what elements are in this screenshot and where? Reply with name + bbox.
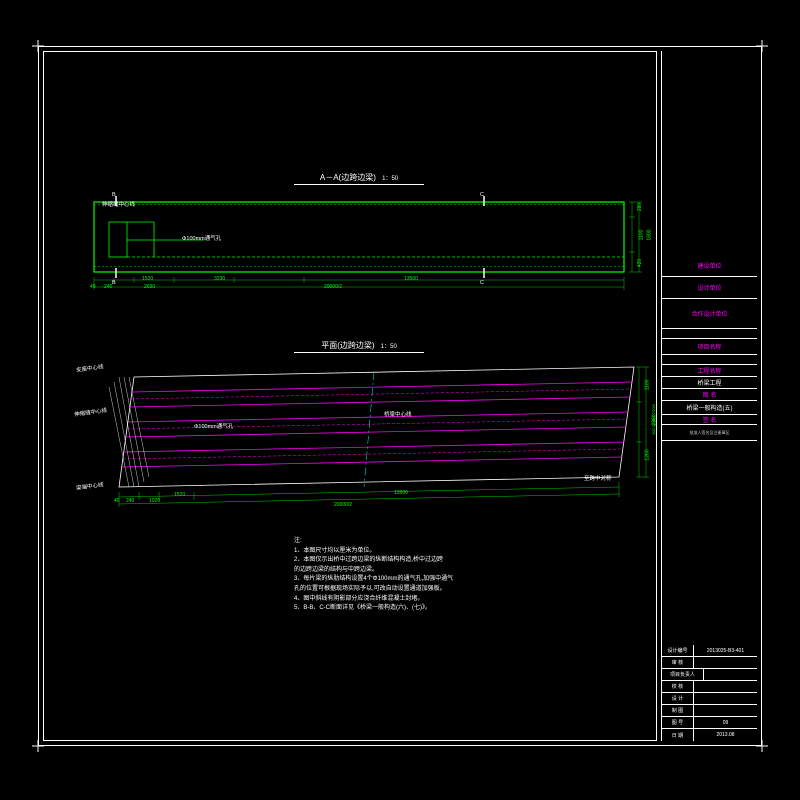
dim-p3: 1020 bbox=[149, 498, 160, 504]
dim-av2: 1100 bbox=[638, 230, 644, 241]
plan-drawing bbox=[64, 357, 654, 517]
tb-bridge-eng: 桥梁工程 bbox=[662, 377, 757, 389]
dim-p4: 1520 bbox=[174, 492, 185, 498]
tb-designer-label: 设 计 bbox=[662, 693, 694, 704]
section-b-bot: B bbox=[112, 280, 116, 286]
tb-date-val: 2013.08 bbox=[694, 729, 757, 741]
dim-av4: 1800 bbox=[647, 229, 653, 240]
dim-a-total: 20000/2 bbox=[324, 284, 342, 290]
dim-pr1: 1100 bbox=[644, 380, 650, 391]
dim-p1: 40 bbox=[114, 498, 120, 504]
dim-av1: 280 bbox=[637, 203, 643, 211]
tb-signature: 签 名 bbox=[662, 415, 757, 425]
expansion-joint-label: 伸缩缝中心线 bbox=[102, 200, 135, 208]
tb-drafter-label: 制 图 bbox=[662, 705, 694, 716]
section-a-label: A－A(边跨边梁) bbox=[320, 173, 376, 182]
plan-title: 平面(边跨边梁) 1：50 bbox=[294, 340, 424, 353]
bridge-cl-label: 桥梁中心线 bbox=[384, 410, 412, 418]
tb-row-designer: 设 计 bbox=[662, 693, 757, 705]
note-3: 3、每片梁的纵肋结构设置4个Φ100mm的通气孔,加强中通气 bbox=[294, 575, 624, 585]
tb-build-unit: 建设单位 bbox=[662, 255, 757, 277]
note-3b: 孔的位置可根据现场实际予以,可改自动设置通道加强板。 bbox=[294, 585, 624, 595]
tb-row-drafter: 制 图 bbox=[662, 705, 757, 717]
tb-drawing-name: 桥梁一般构造(五) bbox=[662, 401, 757, 415]
section-c-bot: C bbox=[480, 280, 484, 286]
dim-a2: 240 bbox=[104, 284, 112, 290]
dim-a1: 40 bbox=[90, 284, 96, 290]
dim-a5: 3230 bbox=[214, 276, 225, 282]
drawing-area: A－A(边跨边梁) 1：50 bbox=[44, 52, 656, 740]
tb-sheet-val: 09 bbox=[694, 717, 757, 728]
tb-design-unit: 设计单位 bbox=[662, 277, 757, 299]
section-b-top: B bbox=[112, 192, 116, 198]
tb-coop-unit: 合作设计单位 bbox=[662, 299, 757, 329]
drawing-frame: A－A(边跨边梁) 1：50 bbox=[38, 46, 762, 746]
cross-beam-label: 至跨中对称 bbox=[584, 474, 612, 482]
section-a-title: A－A(边跨边梁) 1：50 bbox=[294, 172, 424, 185]
inner-frame: A－A(边跨边梁) 1：50 bbox=[43, 51, 657, 741]
tb-row-checker: 审 核 bbox=[662, 657, 757, 669]
tb-design-no-val: 2013025-B3-401 bbox=[694, 645, 757, 656]
notes-header: 注: bbox=[294, 537, 624, 547]
tb-signature-area: 批准人签名及注册章区 bbox=[662, 425, 757, 441]
tb-drawing: 图 名 bbox=[662, 389, 757, 401]
plan-label: 平面(边跨边梁) bbox=[321, 341, 374, 350]
section-a-drawing bbox=[84, 192, 644, 312]
dim-a4: 2030 bbox=[144, 284, 155, 290]
tb-sheet-label: 图 号 bbox=[662, 717, 694, 728]
dim-p-total: 20000/2 bbox=[334, 502, 352, 508]
tb-row-leader: 项目负责人 bbox=[662, 669, 757, 681]
note-2: 2、本图仅示出桥中过跨边梁的纵断结构构造,桥中过边跨 bbox=[294, 556, 624, 566]
dim-a6: 13500 bbox=[404, 276, 418, 282]
tb-date-label: 日 期 bbox=[662, 729, 694, 741]
tb-row-reviewer: 校 核 bbox=[662, 681, 757, 693]
tb-row-date: 日 期 2013.08 bbox=[662, 729, 757, 741]
note-5: 5、B-B、C-C断面详见《桥梁一般构造(六)、(七)》。 bbox=[294, 604, 624, 614]
note-2b: 的边跨边梁的结构与中跨边梁。 bbox=[294, 566, 624, 576]
tb-eng-name: 工程名称 bbox=[662, 365, 757, 377]
dim-p2: 240 bbox=[126, 498, 134, 504]
tb-checker-label: 审 核 bbox=[662, 657, 694, 668]
tb-project-name: 项目名称 bbox=[662, 339, 757, 355]
note-4: 4、图中斜线有阴影部分应浇合纤维混凝土封堵。 bbox=[294, 595, 624, 605]
dim-av3: 420 bbox=[637, 259, 643, 267]
tb-row-sheet: 图 号 09 bbox=[662, 717, 757, 729]
tb-reviewer-label: 校 核 bbox=[662, 681, 694, 692]
section-a-scale: 1：50 bbox=[382, 176, 398, 182]
tb-design-no-label: 设计编号 bbox=[662, 645, 694, 656]
section-c-top: C bbox=[480, 192, 484, 198]
note-1: 1、本图尺寸均以厘米为单位。 bbox=[294, 547, 624, 557]
plan-scale: 1：50 bbox=[381, 344, 397, 350]
vent-pipe-label-plan: Φ100mm通气孔 bbox=[194, 422, 233, 430]
dim-a3: 1520 bbox=[142, 276, 153, 282]
dim-p5: 13500 bbox=[394, 490, 408, 496]
tb-leader-label: 项目负责人 bbox=[662, 669, 704, 680]
dim-pr-label: 200 1100/2 700/2 bbox=[651, 404, 656, 435]
vent-pipe-label-a: Φ100mm通气孔 bbox=[182, 234, 221, 242]
notes-block: 注: 1、本图尺寸均以厘米为单位。 2、本图仅示出桥中过跨边梁的纵断结构构造,桥… bbox=[294, 537, 624, 614]
tb-row-design-no: 设计编号 2013025-B3-401 bbox=[662, 645, 757, 657]
dim-pr3: 1260 bbox=[645, 449, 651, 460]
title-block: 建设单位 设计单位 合作设计单位 项目名称 工程名称 桥梁工程 图 名 桥梁一般… bbox=[661, 51, 757, 741]
